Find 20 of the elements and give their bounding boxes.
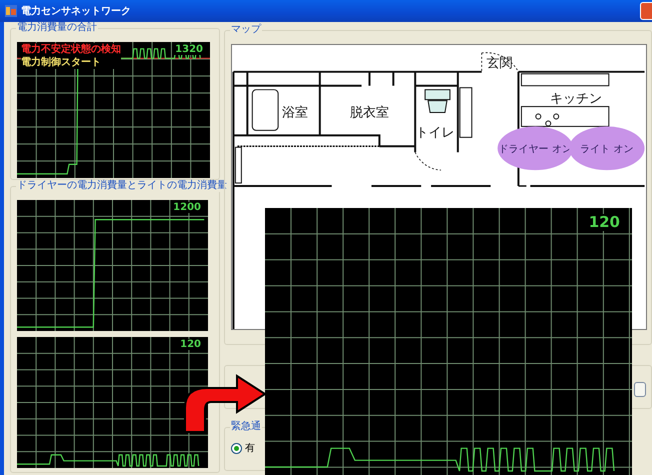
room-label: 玄関	[486, 56, 513, 71]
close-button[interactable]	[640, 2, 652, 20]
group-title: マップ	[230, 24, 262, 36]
group-title: 電力消費量の合計	[16, 22, 98, 34]
side-button[interactable]	[634, 382, 646, 397]
device-label: ライト オン	[580, 144, 634, 156]
graph-reading: 1200	[171, 202, 203, 213]
radio-label: 有	[245, 442, 255, 455]
window-title: 電力センサネットワーク	[21, 4, 131, 18]
app-icon	[5, 5, 17, 17]
graph-note: 電力不安定状態の検知	[21, 43, 121, 56]
radio-button[interactable]	[231, 442, 242, 454]
graph-note: 電力制御スタート	[21, 56, 121, 69]
graph-reading: 120	[178, 339, 203, 350]
room-label: キッチン	[550, 92, 602, 107]
graph-reading: 1320	[173, 44, 205, 55]
group-title: 緊急通	[230, 421, 262, 433]
room-label: 浴室	[282, 106, 308, 120]
room-label: トイレ	[416, 125, 455, 140]
room-label: 脱衣室	[350, 106, 389, 120]
